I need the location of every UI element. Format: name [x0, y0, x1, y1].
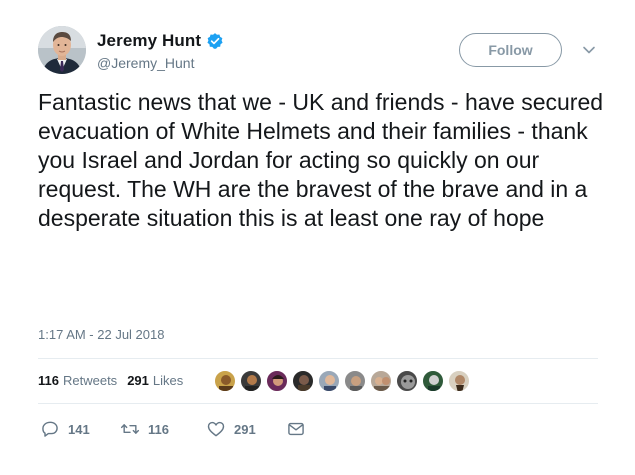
reply-button[interactable]: 141	[40, 419, 120, 439]
retweet-count: 116	[148, 421, 169, 437]
author-name-row[interactable]: Jeremy Hunt	[97, 31, 224, 51]
tweet-timestamp[interactable]: 1:17 AM - 22 Jul 2018	[38, 327, 164, 342]
liker-avatar[interactable]	[370, 370, 392, 392]
tweet-actions: 141 116 291	[40, 419, 306, 439]
liker-avatar[interactable]	[396, 370, 418, 392]
retweets-stat-count: 116	[38, 373, 59, 388]
tweet-stats: 116 Retweets 291 Likes	[38, 373, 183, 388]
liker-avatar[interactable]	[344, 370, 366, 392]
retweet-icon	[120, 424, 140, 434]
retweets-stat[interactable]: 116 Retweets	[38, 373, 117, 388]
likes-stat[interactable]: 291 Likes	[127, 373, 183, 388]
liker-avatar[interactable]	[422, 370, 444, 392]
reply-count: 141	[68, 421, 90, 437]
tweet-text: Fantastic news that we - UK and friends …	[38, 89, 604, 231]
liker-avatar[interactable]	[266, 370, 288, 392]
like-count: 291	[234, 421, 256, 437]
like-button[interactable]: 291	[206, 419, 286, 439]
heart-icon	[207, 421, 225, 437]
divider	[38, 403, 598, 404]
follow-button[interactable]: Follow	[459, 33, 562, 67]
liker-avatar[interactable]	[318, 370, 340, 392]
liker-avatar[interactable]	[292, 370, 314, 392]
author-name[interactable]: Jeremy Hunt	[97, 31, 201, 51]
avatar-portrait-icon	[38, 26, 86, 74]
retweets-stat-label: Retweets	[62, 373, 118, 388]
likes-stat-label: Likes	[152, 373, 184, 388]
envelope-icon	[288, 422, 304, 436]
chevron-down-icon[interactable]	[581, 42, 597, 58]
retweet-button[interactable]: 116	[120, 419, 206, 439]
likes-stat-count: 291	[127, 373, 149, 388]
liker-avatars	[214, 370, 474, 392]
direct-message-button[interactable]	[286, 419, 306, 439]
liker-avatar[interactable]	[240, 370, 262, 392]
author-avatar[interactable]	[38, 26, 86, 74]
liker-avatar[interactable]	[214, 370, 236, 392]
reply-icon	[42, 421, 58, 437]
tweet-card: Jeremy Hunt @Jeremy_Hunt Follow Fantasti…	[0, 0, 635, 475]
divider	[38, 358, 598, 359]
verified-badge-icon	[207, 33, 223, 49]
liker-avatar[interactable]	[448, 370, 470, 392]
author-handle[interactable]: @Jeremy_Hunt	[97, 55, 194, 71]
